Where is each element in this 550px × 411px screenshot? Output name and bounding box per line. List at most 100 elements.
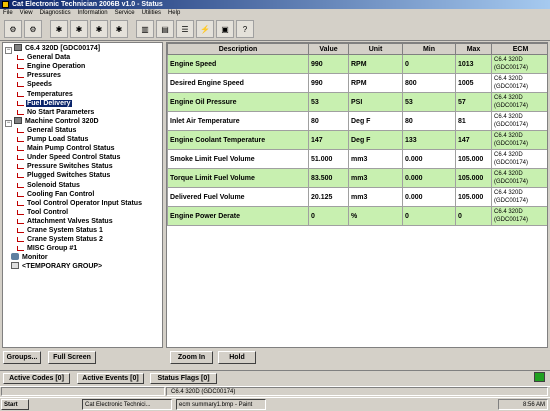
tree-label: Speeds (27, 81, 52, 89)
tree-label: Plugged Switches Status (27, 172, 111, 180)
cell-unit: % (348, 206, 403, 226)
tree-temporary-group[interactable]: <TEMPORARY GROUP> (11, 262, 103, 272)
collapse-icon[interactable]: − (5, 119, 12, 127)
disconnect-icon[interactable]: ⚙ (24, 20, 42, 38)
tree-label: Cooling Fan Control (27, 190, 95, 198)
status-flags-button[interactable]: Status Flags [0] (150, 373, 217, 384)
menu-help[interactable]: Help (168, 9, 180, 18)
cell-max: 105.000 (455, 168, 492, 188)
task-cat-et[interactable]: Cat Electronic Technici... (82, 399, 172, 410)
cell-description: Torque Limit Fuel Volume (167, 168, 309, 188)
tree-label: Fuel Delivery (26, 99, 72, 107)
cell-max: 105.000 (455, 187, 492, 207)
task-label: Cat Electronic Technici... (85, 402, 151, 408)
col-value[interactable]: Value (308, 43, 349, 55)
tree-label: Main Pump Control Status (27, 145, 115, 153)
group-icon (17, 164, 24, 170)
cell-description: Engine Coolant Temperature (167, 130, 309, 150)
group-icon (17, 246, 24, 252)
start-button[interactable]: Start (1, 399, 29, 410)
groups-button[interactable]: Groups... (3, 351, 41, 364)
group-icon (17, 228, 24, 233)
collapse-icon[interactable]: − (5, 47, 12, 54)
col-min[interactable]: Min (402, 43, 456, 55)
config-icon[interactable]: ☰ (176, 20, 194, 38)
cell-value: 80 (308, 111, 349, 131)
tree-label: Tool Control (27, 208, 69, 216)
group-icon (17, 137, 24, 142)
tree-label: C6.4 320D [GDC00174] (25, 45, 101, 52)
cell-value: 147 (308, 130, 349, 150)
active-events-button[interactable]: Active Events [0] (77, 373, 144, 384)
tree-label: Temperatures (27, 90, 73, 98)
events-icon[interactable]: ✱ (90, 20, 108, 38)
table-row[interactable]: Delivered Fuel Volume 20.125 mm3 0.000 105.0… (167, 187, 547, 207)
help-icon[interactable]: ? (236, 20, 254, 38)
cell-min: 800 (402, 73, 456, 93)
group-icon (17, 155, 24, 161)
graph-icon[interactable]: ▥ (136, 20, 154, 38)
group-icon (17, 182, 24, 188)
cell-description: Engine Speed (167, 54, 309, 74)
status-icon[interactable]: ✱ (110, 20, 128, 38)
cell-min: 0.000 (402, 168, 456, 188)
cell-ecm: C6.4 320D (GDC00174) (491, 54, 547, 74)
table-row[interactable]: Engine Coolant Temperature 147 Deg F 133 147… (167, 130, 547, 150)
col-description[interactable]: Description (167, 43, 309, 55)
cell-value: 0 (308, 206, 349, 226)
status-bar: C6.4 320D (GDC00174) (0, 386, 550, 396)
tree-label: Pressure Switches Status (27, 163, 113, 171)
cell-value: 51.000 (308, 149, 349, 169)
cell-unit: mm3 (348, 149, 403, 169)
col-max[interactable]: Max (455, 43, 492, 55)
menu-service[interactable]: Service (115, 9, 135, 18)
task-paint[interactable]: ecm summary1.bmp - Paint (176, 399, 266, 410)
cell-max: 1005 (455, 73, 492, 93)
cell-max: 1013 (455, 54, 492, 74)
tree-label: Under Speed Control Status (27, 154, 121, 162)
cell-unit: mm3 (348, 168, 403, 188)
tree-label: General Status (27, 126, 77, 134)
table-row[interactable]: Torque Limit Fuel Volume 83.500 mm3 0.000 10… (167, 168, 547, 188)
cell-unit: RPM (348, 73, 403, 93)
cell-max: 57 (455, 92, 492, 112)
print-icon[interactable]: ▣ (216, 20, 234, 38)
menu-information[interactable]: Information (78, 9, 108, 18)
cell-ecm: C6.4 320D (GDC00174) (491, 73, 547, 93)
logged-codes-icon[interactable]: ✱ (70, 20, 88, 38)
menu-file[interactable]: File (3, 9, 13, 18)
col-ecm[interactable]: ECM (491, 43, 547, 55)
cell-max: 147 (455, 130, 492, 150)
cell-min: 53 (402, 92, 456, 112)
menu-diagnostics[interactable]: Diagnostics (40, 9, 71, 18)
ecm-summary-icon[interactable]: ▤ (156, 20, 174, 38)
group-icon (17, 127, 24, 133)
table-row[interactable]: Smoke Limit Fuel Volume 51.000 mm3 0.000 105… (167, 149, 547, 169)
active-codes-icon[interactable]: ✱ (50, 20, 68, 38)
table-row[interactable]: Engine Power Derate 0% 0 0 C6.4 320D (GDC001… (167, 206, 547, 226)
full-screen-button[interactable]: Full Screen (48, 351, 96, 364)
table-row[interactable]: Engine Oil Pressure 53 PSI 53 57 C6.4 320D (G… (167, 92, 547, 112)
col-unit[interactable]: Unit (348, 43, 403, 55)
menu-view[interactable]: View (20, 9, 33, 18)
cell-ecm: C6.4 320D (GDC00174) (491, 149, 547, 169)
table-row[interactable]: Inlet Air Temperature 80 Deg F 80 81 C6.4 320… (167, 111, 547, 131)
menu-bar: File View Diagnostics Information Servic… (0, 9, 550, 18)
active-codes-button[interactable]: Active Codes [0] (3, 373, 70, 384)
flash-icon[interactable]: ⚡ (196, 20, 214, 38)
group-icon (17, 91, 24, 97)
zoom-in-button[interactable]: Zoom In (170, 351, 213, 364)
group-icon (17, 64, 24, 70)
connect-icon[interactable]: ⚙ (4, 20, 22, 38)
menu-utilities[interactable]: Utilities (142, 9, 161, 18)
group-tree: − C6.4 320D [GDC00174] General Data Engine … (2, 42, 163, 348)
table-row[interactable]: Engine Speed 990 RPM 0 1013 C6.4 320D (GDC001… (167, 54, 547, 74)
group-icon (17, 209, 24, 215)
table-row[interactable]: Desired Engine Speed 990 RPM 800 1005 C6.4 32… (167, 73, 547, 93)
cell-ecm: C6.4 320D (GDC00174) (491, 206, 547, 226)
hold-button[interactable]: Hold (218, 351, 256, 364)
cell-description: Engine Power Derate (167, 206, 309, 226)
taskbar: Start Cat Electronic Technici... ecm sum… (0, 397, 550, 410)
group-icon (17, 55, 24, 61)
cell-unit: Deg F (348, 130, 403, 150)
